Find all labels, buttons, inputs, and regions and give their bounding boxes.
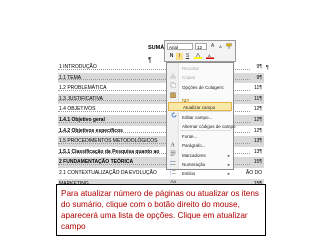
toc-entry-page: 12¶ bbox=[253, 106, 262, 113]
refresh-icon bbox=[171, 105, 177, 117]
font-name-select[interactable]: Arial bbox=[167, 43, 193, 50]
menu-separator bbox=[180, 130, 231, 131]
pilcrow-mark: ¶ bbox=[266, 65, 269, 71]
toc-entry-title: 2.1 CONTEXTUALIZAÇÃO DA EVOLUÇÃO bbox=[59, 169, 157, 176]
highlight-color-button[interactable] bbox=[193, 52, 203, 60]
menu-item-opcoes-de-colagem[interactable]: Opções de Colagem: bbox=[168, 83, 232, 98]
menu-item-label: Copiar bbox=[182, 75, 196, 80]
toc-entry-page: ÃO DO bbox=[245, 169, 262, 176]
menu-separator bbox=[180, 111, 231, 112]
menu-item-label: Marcadores bbox=[182, 153, 206, 158]
menu-item-label: Editar campo... bbox=[182, 115, 213, 120]
paste-text-only-icon: A bbox=[182, 93, 189, 107]
menu-item-label: Recortar bbox=[182, 66, 200, 71]
submenu-arrow-icon: ▸ bbox=[227, 162, 230, 167]
toc-entry-page: 9¶ bbox=[256, 74, 262, 81]
toc-entry-title: 1.4 OBJETIVOS bbox=[59, 106, 96, 113]
submenu-arrow-icon: ▸ bbox=[227, 153, 230, 158]
toc-entry-title: 1.5 PROCEDIMENTOS METODOLÓGICOS bbox=[59, 138, 158, 145]
scissors-icon bbox=[170, 66, 176, 79]
italic-button[interactable]: I bbox=[176, 53, 183, 60]
menu-item-paste-text-only[interactable]: A bbox=[168, 92, 232, 107]
menu-item-label: Estilos bbox=[182, 171, 196, 176]
toc-entry-title: 1.3 JUSTIFICATIVA bbox=[59, 95, 103, 102]
svg-text:Aa: Aa bbox=[170, 179, 176, 184]
toc-entry-title: 1.4.1 Objetivo geral bbox=[59, 116, 105, 123]
menu-item-label: Opções de Colagem: bbox=[182, 85, 225, 90]
toc-entry-page: 12¶ bbox=[253, 116, 262, 123]
toc-entry-page: 12¶ bbox=[253, 127, 262, 134]
svg-text:A: A bbox=[208, 53, 211, 58]
menu-item-atualizar-campo[interactable]: Atualizar campo bbox=[168, 102, 232, 117]
numbering-icon: 12 bbox=[170, 162, 176, 175]
context-menu: RecortarCopiarOpções de Colagem:AAtualiz… bbox=[166, 62, 236, 184]
toc-entry-title: 1.1 TEMA bbox=[59, 74, 82, 81]
toc-entry-title: 1.4.2 Objetivos específicos bbox=[59, 127, 123, 134]
menu-item-marcadores[interactable]: Marcadores ▸ bbox=[168, 151, 232, 165]
toc-entry-page: 11¶ bbox=[254, 95, 262, 102]
instruction-note: Para atualizar número de páginas ou atua… bbox=[56, 184, 266, 236]
menu-item-label: Numeração bbox=[182, 162, 206, 167]
format-painter-icon[interactable] bbox=[225, 43, 232, 50]
toc-entry-page: 9¶ bbox=[256, 64, 262, 70]
menu-item-estilos[interactable]: Aa Estilos ▸ bbox=[168, 169, 232, 184]
bullets-icon bbox=[170, 153, 176, 165]
grow-font-icon[interactable]: A bbox=[209, 43, 216, 50]
underline-button[interactable]: S bbox=[184, 53, 191, 60]
bold-button[interactable]: N bbox=[168, 53, 175, 60]
toc-entry-page: 13¶ bbox=[253, 148, 262, 155]
menu-item-copiar[interactable]: Copiar bbox=[168, 73, 232, 88]
toc-entry-title: 1.5.1 Classificação da Pesquisa quanto a… bbox=[59, 148, 160, 155]
toc-entry-title: 1.2 PROBLEMÁTICA bbox=[59, 85, 107, 92]
menu-item-label: Fonte... bbox=[182, 134, 198, 139]
menu-item-fonte[interactable]: A Fonte... bbox=[168, 132, 232, 148]
menu-item-editar-campo[interactable]: Editar campo... bbox=[168, 113, 232, 122]
toc-entry-page: 11¶ bbox=[254, 85, 262, 92]
menu-item-label: Parágrafo... bbox=[182, 143, 206, 148]
paragraph-icon bbox=[170, 143, 176, 156]
font-size-select[interactable]: 12 bbox=[195, 43, 207, 50]
mini-toolbar: Arial 12 A A N I S A bbox=[164, 40, 236, 62]
font-color-button[interactable]: A bbox=[205, 53, 215, 60]
toc-entry-title: 1 INTRODUÇÃO bbox=[59, 64, 97, 70]
menu-item-numeracao[interactable]: 1 2 Numeração ▸ bbox=[168, 160, 232, 175]
menu-item-recortar[interactable]: Recortar bbox=[168, 64, 232, 79]
shrink-font-icon[interactable]: A bbox=[217, 43, 224, 50]
font-icon: A bbox=[170, 134, 176, 148]
toc-entry-title: 2 FUNDAMENTAÇÃO TEÓRICA bbox=[59, 159, 134, 166]
paste-icon bbox=[170, 85, 176, 98]
toc-entry-page: 13¶ bbox=[253, 138, 262, 145]
copy-icon bbox=[170, 75, 176, 88]
menu-item-paragrafo[interactable]: Parágrafo... bbox=[168, 141, 232, 156]
styles-icon: Aa bbox=[170, 171, 176, 184]
toc-entry-page: 15¶ bbox=[253, 159, 262, 166]
submenu-arrow-icon: ▸ bbox=[227, 171, 230, 176]
